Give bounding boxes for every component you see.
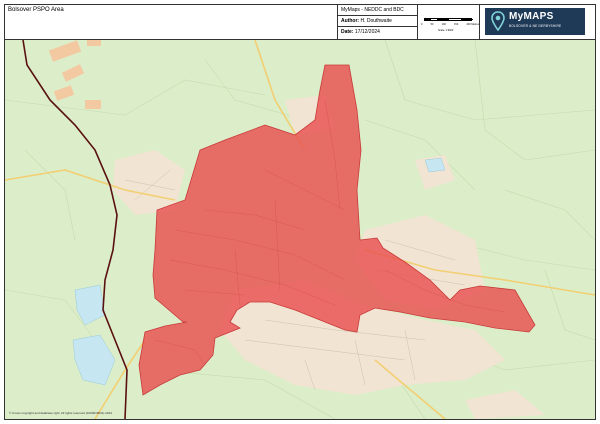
map-title: Bolsover PSPO Area xyxy=(8,7,64,13)
author-row: Author: H. Douthwaite xyxy=(338,16,418,27)
scale-bar xyxy=(424,18,473,21)
map-pin-icon xyxy=(491,11,505,31)
scale-cell: 0 50 100 150 200 Metres Scale: 1:9000 xyxy=(418,5,480,39)
author-value: H. Douthwaite xyxy=(360,18,392,24)
scale-tick: 0 xyxy=(421,23,423,26)
scale-tick: 100 xyxy=(441,23,446,26)
date-row: Date: 17/12/2024 xyxy=(338,27,418,38)
logo: MyMAPS BOLSOVER & NE DERBYSHIRE xyxy=(485,8,585,35)
scale-tick: 150 xyxy=(454,23,459,26)
logo-cell: MyMAPS BOLSOVER & NE DERBYSHIRE xyxy=(480,5,595,39)
scale-tick: 200 Metres xyxy=(466,23,479,26)
scale-tick: 50 xyxy=(430,23,434,26)
author-label: Author: xyxy=(341,18,360,24)
date-label: Date: xyxy=(341,29,354,35)
logo-name: MyMAPS xyxy=(509,11,554,22)
project-name: MyMaps - NEDDC and BDC xyxy=(338,5,418,16)
date-value: 17/12/2024 xyxy=(354,29,380,35)
scale-segment xyxy=(461,19,473,20)
scale-ticks: 0 50 100 150 200 Metres xyxy=(421,23,479,26)
title-block: Bolsover PSPO Area MyMaps - NEDDC and BD… xyxy=(5,5,595,40)
info-cell: MyMaps - NEDDC and BDC Author: H. Douthw… xyxy=(338,5,418,39)
scale-text: Scale: 1:9000 xyxy=(438,29,454,32)
logo-subtitle: BOLSOVER & NE DERBYSHIRE xyxy=(509,24,562,28)
map-sheet: Bolsover PSPO Area MyMaps - NEDDC and BD… xyxy=(4,4,596,420)
scale-segment xyxy=(425,19,431,20)
map-canvas[interactable]: © Crown copyright and database right. Al… xyxy=(5,40,595,419)
scale-segment xyxy=(437,19,449,20)
title-cell: Bolsover PSPO Area xyxy=(5,5,338,39)
copyright-notice: © Crown copyright and database right. Al… xyxy=(9,411,112,415)
